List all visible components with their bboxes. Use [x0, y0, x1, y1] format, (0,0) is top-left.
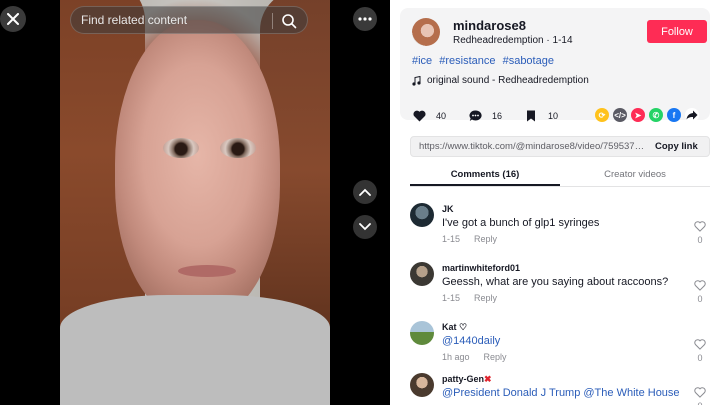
video-eye-left: [163, 138, 199, 158]
comment-text: I've got a bunch of glp1 syringes: [442, 217, 600, 229]
post-date: 1-14: [552, 35, 573, 46]
hashtag-sabotage[interactable]: #sabotage: [503, 55, 554, 67]
comment-meta: 1h ago Reply: [442, 352, 507, 362]
reply-button[interactable]: Reply: [474, 293, 497, 303]
video-player[interactable]: [60, 0, 330, 405]
video-link[interactable]: https://www.tiktok.com/@mindarose8/video…: [411, 141, 649, 152]
heart-outline-icon: [694, 221, 706, 232]
author-meta: Redheadredemption · 1-14: [453, 35, 573, 46]
app-root: mindarose8 Redheadredemption · 1-14 Foll…: [0, 0, 720, 405]
tab-comments[interactable]: Comments (16): [410, 165, 560, 186]
close-button[interactable]: [0, 6, 26, 32]
comment-date: 1h ago: [442, 352, 470, 362]
hashtag-ice[interactable]: #ice: [412, 55, 432, 67]
send-icon[interactable]: ➤: [631, 108, 645, 122]
cross-badge-icon: ✖: [484, 374, 492, 384]
link-box: https://www.tiktok.com/@mindarose8/video…: [410, 136, 710, 157]
previous-video-button[interactable]: [353, 180, 377, 204]
comment-icon: [468, 109, 482, 123]
comment-date: 1-15: [442, 293, 461, 303]
author-avatar[interactable]: [412, 18, 440, 46]
comment-date: 1-15: [442, 234, 461, 244]
heart-icon: [412, 109, 426, 123]
commenter-name[interactable]: martinwhiteford01: [442, 263, 520, 273]
music-note-icon: [412, 75, 421, 86]
share-arrow-icon[interactable]: [685, 108, 699, 122]
next-video-button[interactable]: [353, 215, 377, 239]
close-icon: [7, 13, 19, 25]
more-options-button[interactable]: [353, 7, 377, 31]
reply-button[interactable]: Reply: [484, 352, 507, 362]
facebook-icon[interactable]: f: [667, 108, 681, 122]
comment-like-count: 0: [693, 401, 707, 405]
commenter-avatar[interactable]: [410, 321, 434, 345]
repost-icon[interactable]: ⟳: [595, 108, 609, 122]
comment-action[interactable]: 16: [468, 109, 502, 123]
comment-like-count: 0: [697, 294, 703, 304]
comment-meta: 1-15 Reply: [442, 293, 497, 303]
comment-item: martinwhiteford01 Geessh, what are you s…: [390, 254, 720, 314]
commenter-name[interactable]: JK: [442, 204, 454, 214]
save-action[interactable]: 10: [524, 109, 558, 123]
copy-link-button[interactable]: Copy link: [649, 141, 698, 152]
chevron-down-icon: [359, 223, 371, 231]
like-action[interactable]: 40: [412, 109, 446, 123]
sound-link[interactable]: original sound - Redheadredemption: [412, 75, 589, 86]
video-eye-right: [220, 138, 256, 158]
comment-like-count: 0: [697, 353, 703, 363]
commenter-name-row: Kat ♡: [442, 322, 467, 333]
search-divider: [272, 13, 273, 29]
tab-creator-videos[interactable]: Creator videos: [560, 165, 710, 186]
reply-button[interactable]: Reply: [474, 234, 497, 244]
follow-button[interactable]: Follow: [647, 20, 707, 43]
author-nickname: Redheadredemption: [453, 35, 544, 46]
heart-outline-icon: [694, 339, 706, 350]
chevron-up-icon: [359, 188, 371, 196]
comment-item: patty-Gen✖ @President Donald J Trump @Th…: [390, 365, 720, 405]
commenter-avatar[interactable]: [410, 373, 434, 397]
comment-mention[interactable]: @President Donald J Trump @The White Hou…: [442, 387, 680, 399]
whatsapp-icon[interactable]: ✆: [649, 108, 663, 122]
video-mouth: [178, 265, 236, 277]
commenter-name[interactable]: patty-Gen: [442, 374, 484, 384]
search-input[interactable]: [81, 13, 271, 27]
like-count: 40: [436, 111, 447, 121]
embed-icon[interactable]: </>: [613, 108, 627, 122]
search-icon[interactable]: [281, 13, 297, 29]
author-card: mindarose8 Redheadredemption · 1-14 Foll…: [400, 8, 710, 120]
save-count: 10: [548, 111, 559, 121]
bookmark-icon: [524, 109, 538, 123]
sound-name: original sound - Redheadredemption: [427, 75, 589, 86]
comment-item: Kat ♡ @1440daily 1h ago Reply 0: [390, 313, 720, 373]
heart-outline-icon: [694, 387, 706, 398]
panel-tabs: Comments (16) Creator videos: [410, 165, 710, 187]
commenter-avatar[interactable]: [410, 203, 434, 227]
heart-badge-icon: ♡: [459, 322, 468, 332]
comment-mention[interactable]: @1440daily: [442, 335, 500, 347]
share-bar: ⟳ </> ➤ ✆ f: [595, 108, 699, 122]
heart-outline-icon: [694, 280, 706, 291]
action-bar: 40 16 10: [412, 108, 580, 124]
more-icon: [358, 17, 372, 21]
video-pane: [0, 0, 390, 405]
video-shirt: [60, 295, 330, 405]
comment-like-count: 0: [697, 235, 703, 245]
hashtag-resistance[interactable]: #resistance: [439, 55, 495, 67]
comment-text: Geessh, what are you saying about raccoo…: [442, 276, 669, 288]
commenter-name-row: patty-Gen✖: [442, 374, 492, 385]
search-box: [70, 6, 308, 34]
comment-count: 16: [492, 111, 503, 121]
hashtag-list: #ice #resistance #sabotage: [412, 55, 558, 67]
side-panel: mindarose8 Redheadredemption · 1-14 Foll…: [390, 0, 720, 405]
comment-item: JK I've got a bunch of glp1 syringes 1-1…: [390, 195, 720, 255]
commenter-name[interactable]: Kat: [442, 322, 457, 332]
comment-meta: 1-15 Reply: [442, 234, 497, 244]
commenter-avatar[interactable]: [410, 262, 434, 286]
author-username[interactable]: mindarose8: [453, 18, 526, 33]
